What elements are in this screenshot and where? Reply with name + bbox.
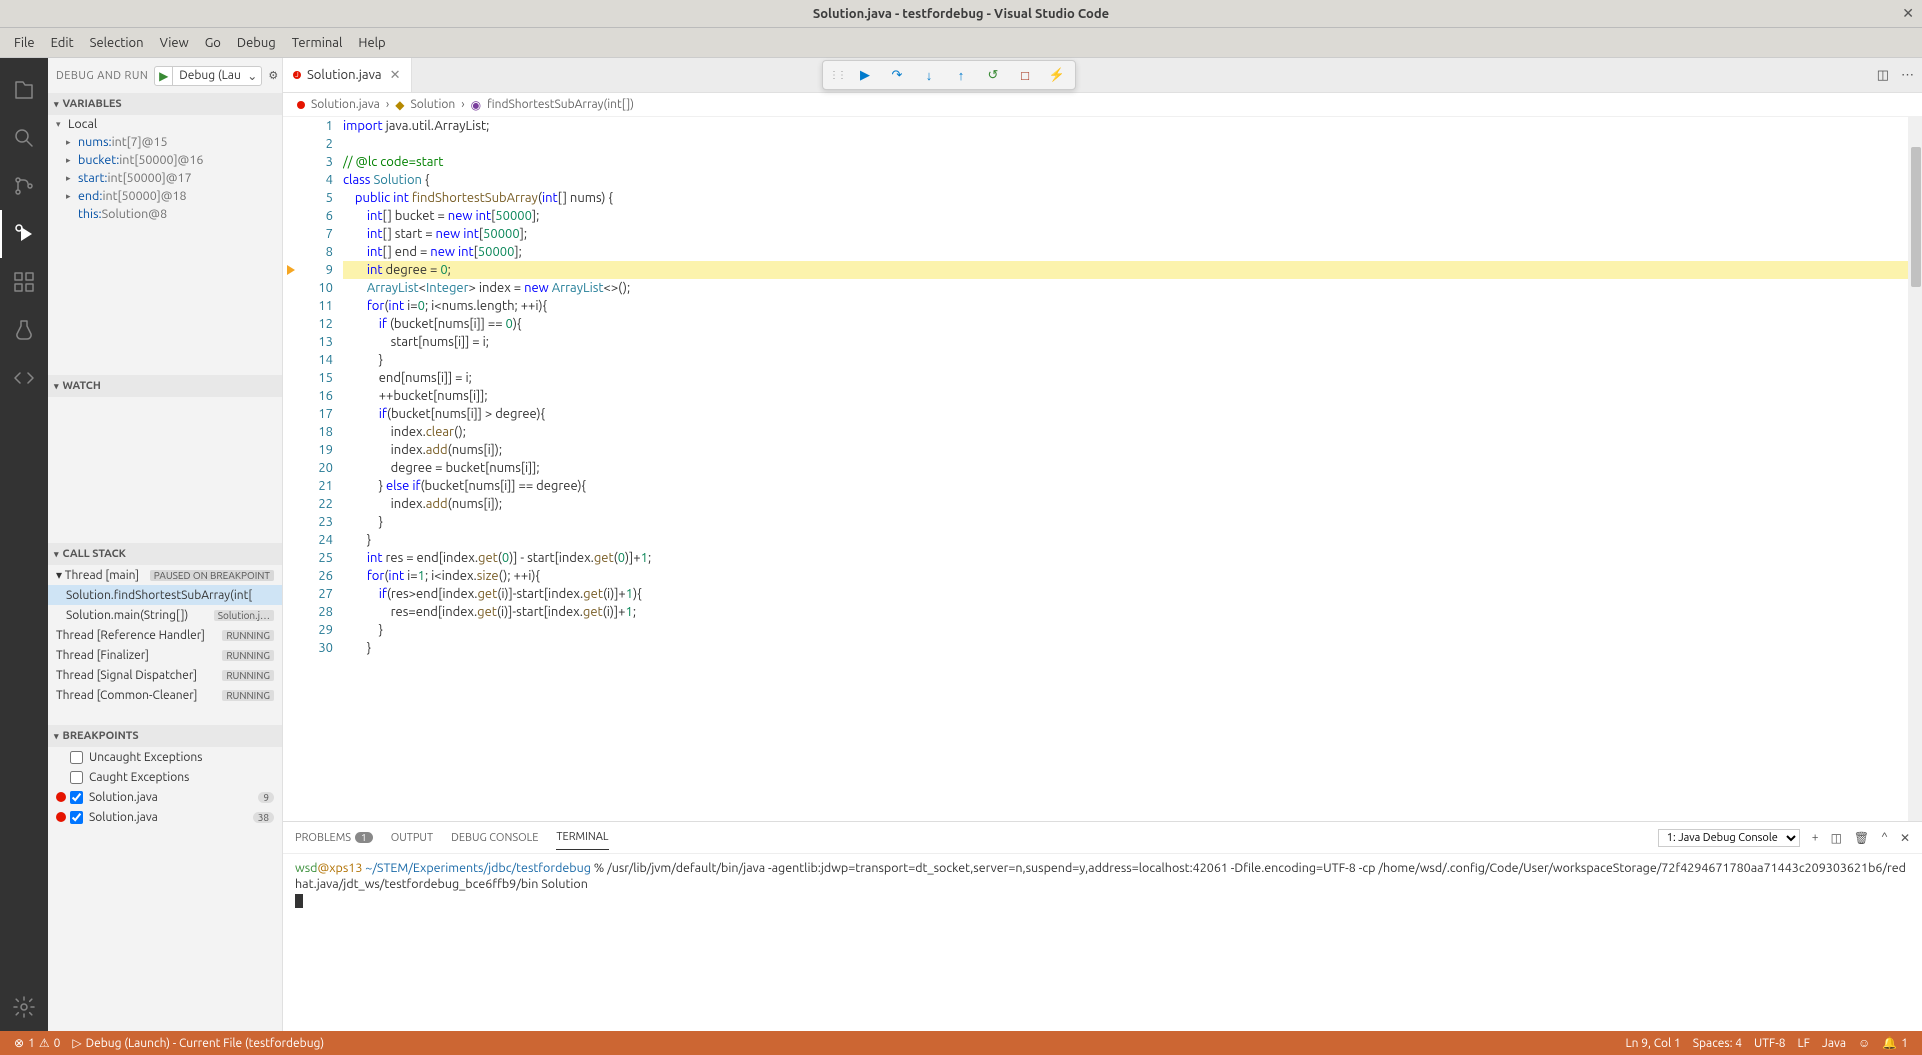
breadcrumb-method[interactable]: findShortestSubArray(int[]) [487,98,634,111]
step-into-button[interactable]: ↓ [917,63,941,87]
cursor [295,894,303,908]
hot-reload-button[interactable]: ⚡ [1045,63,1069,87]
activity-bar [0,58,48,1031]
close-window-button[interactable]: ✕ [1902,5,1914,22]
breadcrumb-class[interactable]: Solution [410,98,455,111]
scope-local[interactable]: ▾Local [48,115,282,133]
variable-row[interactable]: ▸nums: int[7]@15 [48,133,282,151]
panel-tabs: PROBLEMS1 OUTPUT DEBUG CONSOLE TERMINAL … [283,822,1922,854]
java-file-icon [297,101,305,109]
status-encoding[interactable]: UTF-8 [1748,1036,1791,1050]
menu-debug[interactable]: Debug [229,32,284,54]
new-terminal-icon[interactable]: + [1812,831,1819,844]
chevron-down-icon[interactable]: ⌄ [243,69,261,83]
menu-file[interactable]: File [6,32,43,54]
settings-gear-icon[interactable] [0,983,48,1031]
callstack-row[interactable]: Thread [Signal Dispatcher]RUNNING [48,665,282,685]
callstack-header[interactable]: ▾CALL STACK [48,543,282,565]
menu-selection[interactable]: Selection [82,32,152,54]
code-editor[interactable]: 1234567891011121314151617181920212223242… [283,117,1922,821]
extensions-icon[interactable] [0,258,48,306]
menu-view[interactable]: View [152,32,197,54]
sidebar-header: DEBUG AND RUN ▶ Debug (Lau ⌄ ⚙ ⧉ [48,58,282,93]
watch-header[interactable]: ▾WATCH [48,375,282,397]
breakpoint-row[interactable]: Solution.java9 [48,787,282,807]
split-terminal-icon[interactable]: ◫ [1831,831,1842,845]
status-lncol[interactable]: Ln 9, Col 1 [1620,1036,1687,1050]
source-control-icon[interactable] [0,162,48,210]
tab-label: Solution.java [307,68,382,82]
menu-go[interactable]: Go [197,32,229,54]
window-title: Solution.java - testfordebug - Visual St… [813,7,1109,21]
java-file-icon: J [293,71,301,79]
drag-handle-icon[interactable]: ⋮⋮ [829,69,845,81]
callstack-row[interactable]: Solution.main(String[])Solution.j… [48,605,282,625]
callstack-row[interactable]: Thread [Reference Handler]RUNNING [48,625,282,645]
menubar: File Edit Selection View Go Debug Termin… [0,28,1922,58]
tab-solution-java[interactable]: J Solution.java ✕ [283,58,412,92]
breakpoint-row[interactable]: Solution.java38 [48,807,282,827]
callstack-row[interactable]: Thread [Finalizer]RUNNING [48,645,282,665]
remote-icon[interactable] [0,354,48,402]
editor-area: J Solution.java ✕ ◫ ⋯ Solution.java › ◆ … [283,58,1922,1031]
tab-terminal[interactable]: TERMINAL [556,825,608,850]
menu-edit[interactable]: Edit [43,32,82,54]
step-out-button[interactable]: ↑ [949,63,973,87]
debug-toolbar[interactable]: ⋮⋮ ▶ ↷ ↓ ↑ ↺ □ ⚡ [822,60,1076,90]
testing-icon[interactable] [0,306,48,354]
split-editor-icon[interactable]: ◫ [1877,68,1889,83]
stop-button[interactable]: □ [1013,63,1037,87]
run-debug-icon[interactable] [0,210,48,258]
restart-button[interactable]: ↺ [981,63,1005,87]
scrollbar[interactable] [1908,117,1922,821]
variable-row[interactable]: ▸start: int[50000]@17 [48,169,282,187]
titlebar: Solution.java - testfordebug - Visual St… [0,0,1922,28]
tab-debug-console[interactable]: DEBUG CONSOLE [451,826,538,850]
breadcrumb[interactable]: Solution.java › ◆ Solution › ◉ findShort… [283,93,1922,117]
menu-terminal[interactable]: Terminal [284,32,351,54]
editor-tabs: J Solution.java ✕ ◫ ⋯ [283,58,1922,93]
tab-output[interactable]: OUTPUT [391,826,433,850]
status-debug[interactable]: ▷ Debug (Launch) - Current File (testfor… [66,1036,330,1050]
variable-row[interactable]: this: Solution@8 [48,205,282,223]
debug-run-label: DEBUG AND RUN [56,70,148,82]
sidebar: DEBUG AND RUN ▶ Debug (Lau ⌄ ⚙ ⧉ ▾VARIAB… [48,58,283,1031]
statusbar: ⊗1 ⚠0 ▷ Debug (Launch) - Current File (t… [0,1031,1922,1055]
status-eol[interactable]: LF [1792,1036,1816,1050]
status-spaces[interactable]: Spaces: 4 [1687,1036,1748,1050]
menu-help[interactable]: Help [350,32,393,54]
more-actions-icon[interactable]: ⋯ [1901,68,1914,83]
bottom-panel: PROBLEMS1 OUTPUT DEBUG CONSOLE TERMINAL … [283,821,1922,1031]
gear-icon[interactable]: ⚙ [268,69,278,82]
status-notifications[interactable]: 🔔1 [1876,1036,1914,1050]
variable-row[interactable]: ▸bucket: int[50000]@16 [48,151,282,169]
launch-config-select[interactable]: ▶ Debug (Lau ⌄ [154,66,262,86]
terminal-selector[interactable]: 1: Java Debug Console [1658,829,1800,847]
launch-config-name: Debug (Lau [173,68,243,83]
close-tab-icon[interactable]: ✕ [390,68,401,83]
search-icon[interactable] [0,114,48,162]
status-errors[interactable]: ⊗1 ⚠0 [8,1036,66,1050]
breakpoint-row[interactable]: Caught Exceptions [48,767,282,787]
callstack-row[interactable]: Thread [Common-Cleaner]RUNNING [48,685,282,705]
explorer-icon[interactable] [0,66,48,114]
callstack-row[interactable]: ▾ Thread [main]PAUSED ON BREAKPOINT [48,565,282,585]
terminal-content[interactable]: wsd@xps13 ~/STEM/Experiments/jdbc/testfo… [283,854,1922,1031]
close-panel-icon[interactable]: ✕ [1900,831,1910,845]
start-debug-button[interactable]: ▶ [155,67,173,85]
breakpoint-row[interactable]: Uncaught Exceptions [48,747,282,767]
tab-problems[interactable]: PROBLEMS1 [295,826,373,850]
breakpoints-header[interactable]: ▾BREAKPOINTS [48,725,282,747]
continue-button[interactable]: ▶ [853,63,877,87]
variables-header[interactable]: ▾VARIABLES [48,93,282,115]
variable-row[interactable]: ▸end: int[50000]@18 [48,187,282,205]
callstack-row[interactable]: Solution.findShortestSubArray(int[ [48,585,282,605]
status-feedback-icon[interactable]: ☺ [1852,1036,1876,1050]
status-language[interactable]: Java [1816,1036,1852,1050]
maximize-panel-icon[interactable]: ^ [1881,831,1888,844]
breadcrumb-file[interactable]: Solution.java [311,98,380,111]
step-over-button[interactable]: ↷ [885,63,909,87]
kill-terminal-icon[interactable]: 🗑 [1854,831,1869,845]
